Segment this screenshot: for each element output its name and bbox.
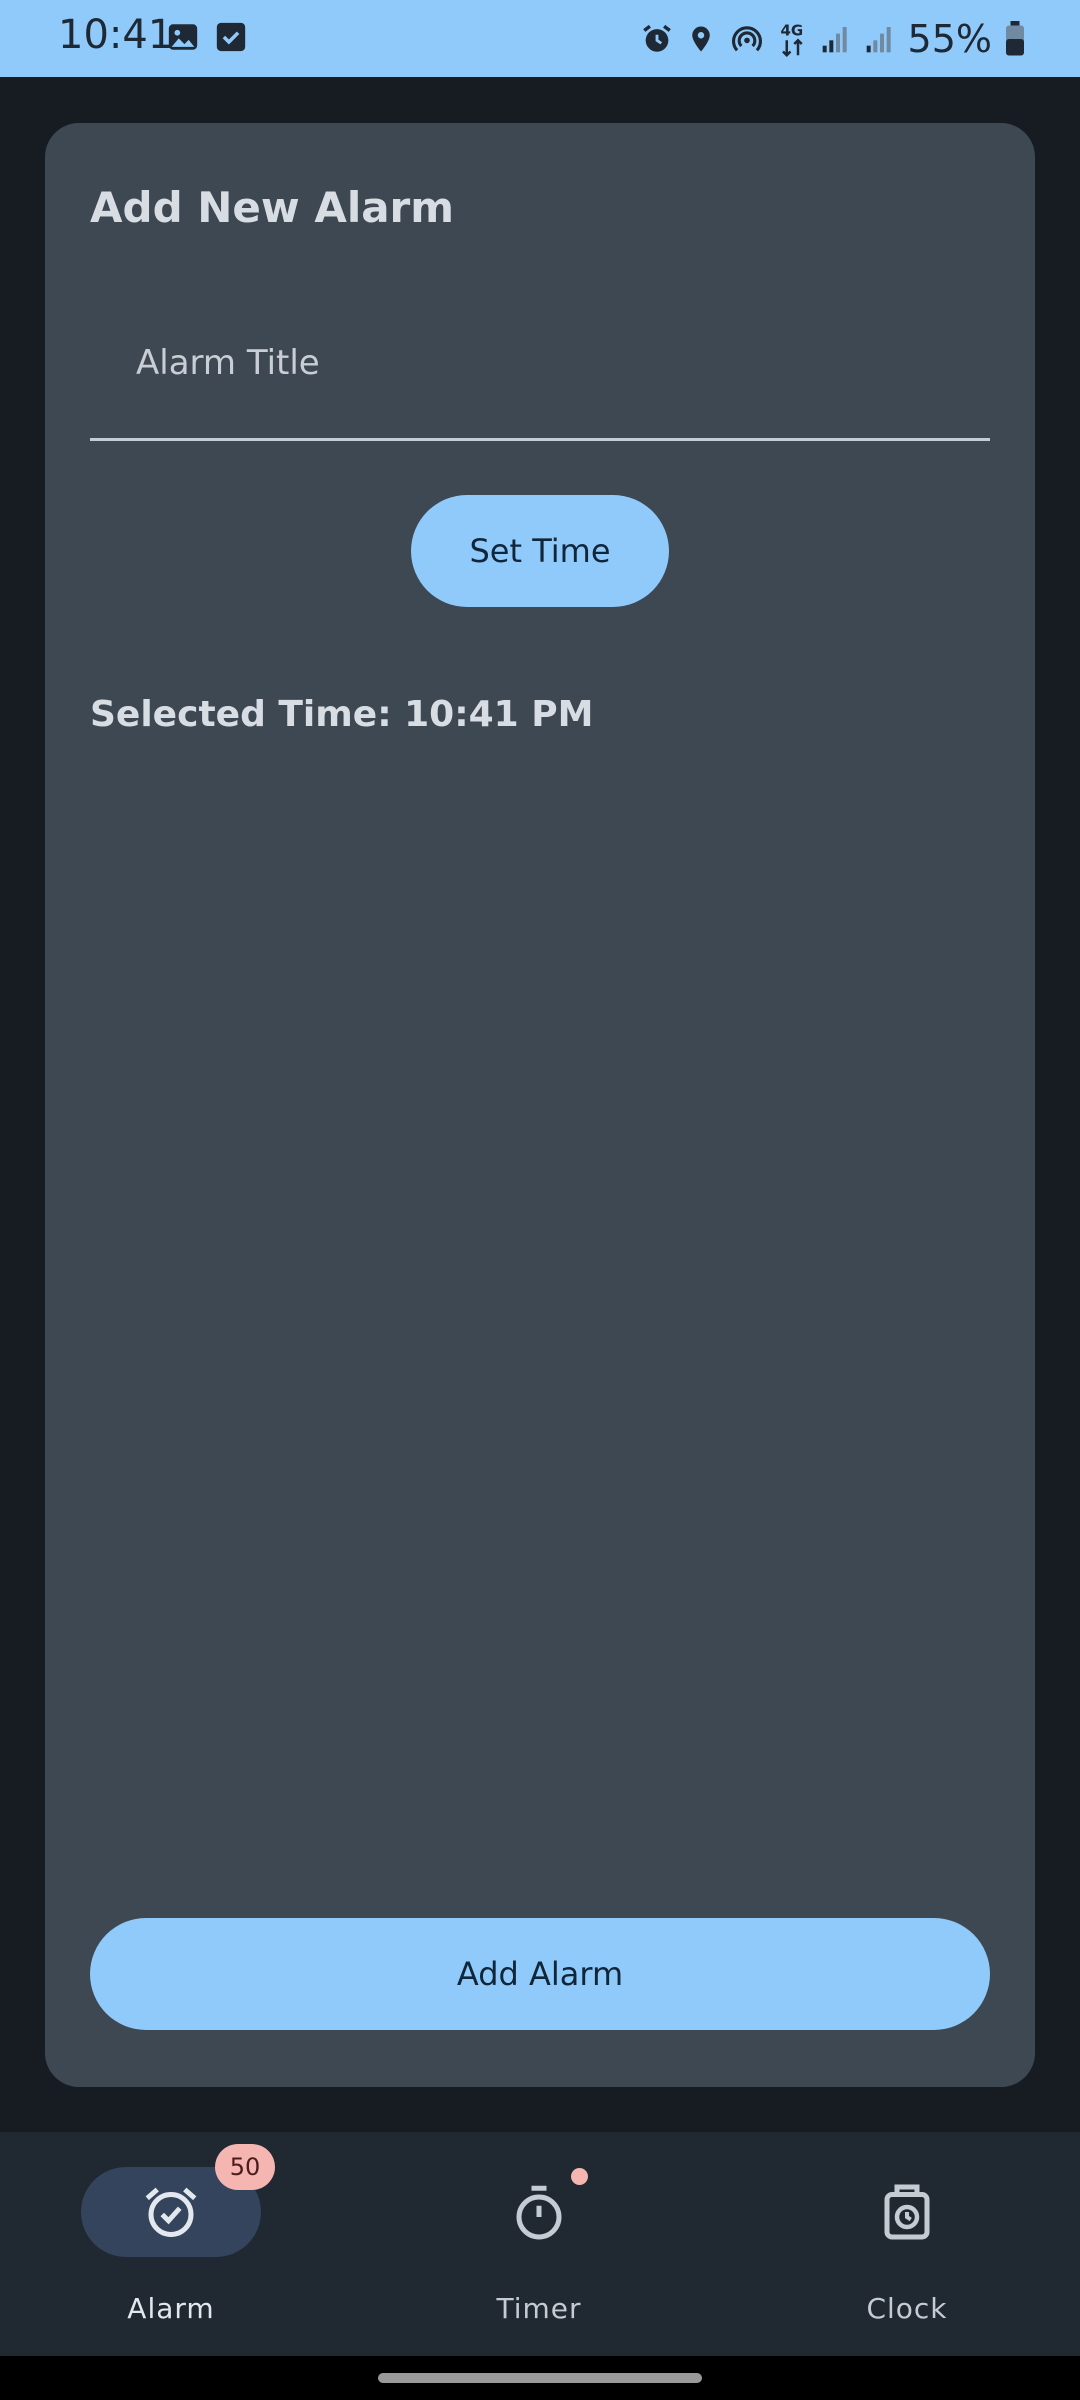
hotspot-icon: [728, 22, 766, 56]
selected-time-text: Selected Time: 10:41 PM: [90, 694, 594, 735]
nav-label-clock: Clock: [866, 2292, 948, 2325]
status-time: 10:41: [58, 12, 174, 58]
checkbox-icon: [214, 20, 248, 58]
battery-icon: [1004, 21, 1026, 57]
nav-label-timer: Timer: [496, 2292, 582, 2325]
add-alarm-button[interactable]: Add Alarm: [90, 1918, 990, 2030]
alarm-title-field: [90, 303, 990, 441]
alarm-count-badge: 50: [215, 2144, 275, 2190]
svg-text:4G: 4G: [780, 21, 803, 39]
nav-label-alarm: Alarm: [127, 2292, 215, 2325]
signal-icon: [864, 22, 896, 56]
status-bar: 10:41 4G 55%: [0, 0, 1080, 77]
timer-notification-dot: [571, 2168, 588, 2185]
signal-icon: [820, 22, 852, 56]
add-alarm-card: Add New Alarm Set Time Selected Time: 10…: [45, 123, 1035, 2087]
home-gesture-handle[interactable]: [378, 2373, 702, 2383]
page-title: Add New Alarm: [90, 183, 455, 232]
stopwatch-icon: [509, 2182, 569, 2242]
clock-icon: [877, 2182, 937, 2242]
nav-item-timer[interactable]: Timer: [419, 2132, 659, 2356]
battery-percent: 55%: [907, 17, 992, 61]
alarm-check-icon: [141, 2182, 201, 2242]
nav-item-clock[interactable]: Clock: [787, 2132, 1027, 2356]
bottom-navigation: 50 Alarm Timer Clock: [0, 2132, 1080, 2356]
set-time-button[interactable]: Set Time: [411, 495, 669, 607]
alarm-title-input[interactable]: [90, 303, 990, 423]
location-icon: [686, 22, 716, 56]
system-navigation-area: [0, 2356, 1080, 2400]
nav-item-alarm[interactable]: 50 Alarm: [51, 2132, 291, 2356]
network-4g-icon: 4G: [778, 19, 808, 59]
image-icon: [166, 20, 200, 58]
alarm-icon: [640, 22, 674, 56]
